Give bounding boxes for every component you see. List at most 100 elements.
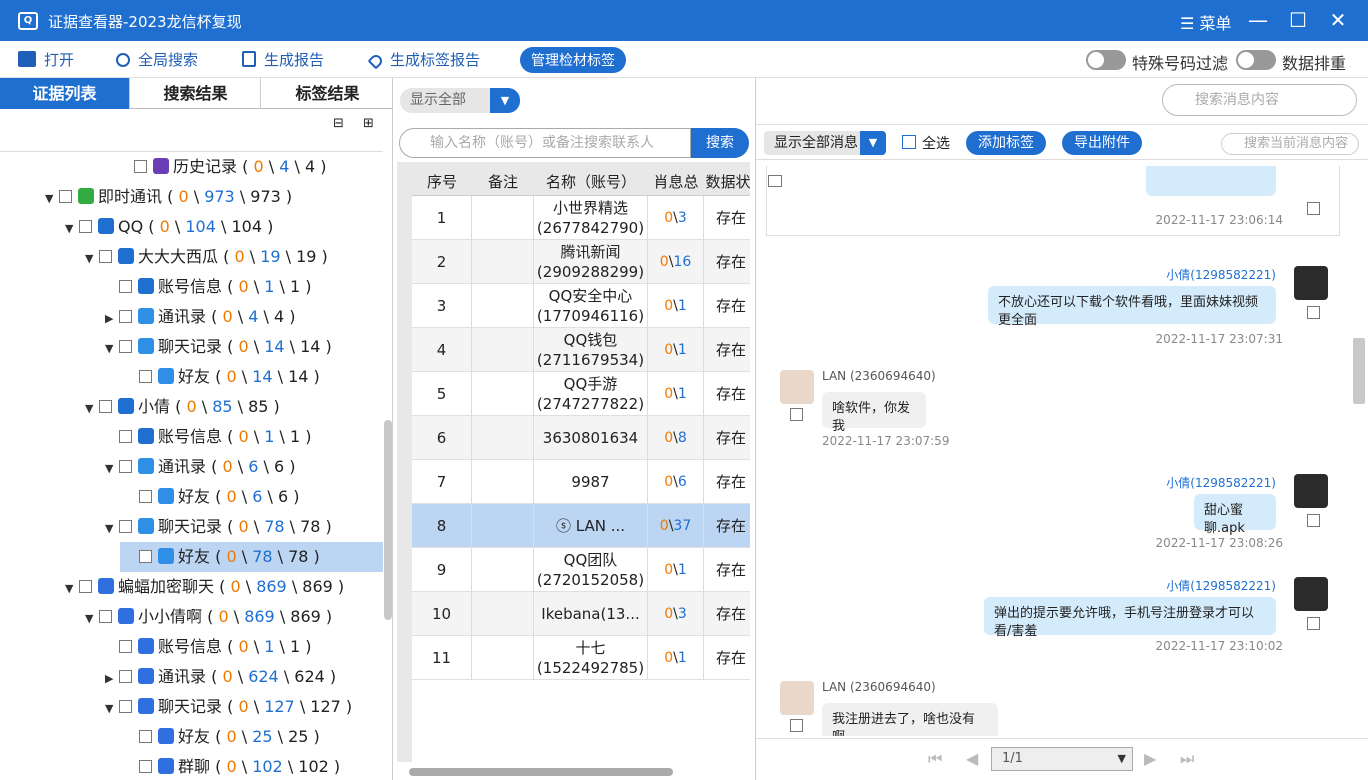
col-note[interactable]: 备注 (472, 162, 534, 196)
collapse-arrow-icon[interactable]: ▼ (85, 244, 99, 274)
table-row[interactable]: 5 QQ手游 (2747277822) 0 \ 1 存在 (412, 372, 750, 416)
page-select[interactable]: 1/1 ▼ (991, 747, 1133, 771)
tree-node[interactable]: 好友 ( 0 \ 78 \ 78 ) (120, 542, 383, 572)
collapse-arrow-icon[interactable]: ▼ (85, 394, 99, 424)
tree-checkbox[interactable] (119, 340, 132, 353)
collapse-arrow-icon[interactable]: ▼ (105, 334, 119, 364)
tree-node[interactable]: ▼ QQ ( 0 \ 104 \ 104 ) (65, 212, 273, 242)
tree-checkbox[interactable] (99, 400, 112, 413)
tree-checkbox[interactable] (119, 520, 132, 533)
col-msg-count[interactable]: 肖息总数 (648, 162, 704, 196)
tree-node[interactable]: 好友 ( 0 \ 6 \ 6 ) (125, 482, 299, 512)
tab-tag-results[interactable]: 标签结果 (262, 78, 393, 109)
tree-node[interactable]: 账号信息 ( 0 \ 1 \ 1 ) (105, 632, 311, 662)
message-bubble[interactable]: 弹出的提示要允许哦，手机号注册登录才可以看/害羞 (984, 597, 1276, 639)
export-attachment-button[interactable]: 导出附件 (1062, 131, 1142, 155)
collapse-arrow-icon[interactable]: ▼ (105, 694, 119, 724)
collapse-arrow-icon[interactable]: ▼ (65, 574, 79, 604)
message-bubble[interactable]: 不放心还可以下载个软件看哦，里面妹妹视频更全面 (988, 286, 1276, 328)
tree-checkbox[interactable] (139, 760, 152, 773)
tree-node[interactable]: 好友 ( 0 \ 25 \ 25 ) (125, 722, 320, 752)
generate-report-button[interactable]: 生成报告 (242, 49, 324, 70)
expand-all-icon[interactable]: ⊞ (363, 116, 374, 131)
col-name[interactable]: 名称（账号） (534, 162, 648, 196)
tree-scrollbar[interactable] (384, 420, 392, 620)
collapse-arrow-icon[interactable]: ▼ (105, 514, 119, 544)
tree-node[interactable]: 账号信息 ( 0 \ 1 \ 1 ) (105, 422, 311, 452)
prev-page-button[interactable]: ◀ (966, 749, 978, 768)
message-search-input[interactable]: 搜索消息内容 (1162, 84, 1357, 116)
tree-checkbox[interactable] (119, 700, 132, 713)
tree-node[interactable]: ▼ 聊天记录 ( 0 \ 127 \ 127 ) (105, 692, 352, 722)
tree-checkbox[interactable] (119, 460, 132, 473)
expand-arrow-icon[interactable]: ▶ (105, 664, 119, 694)
tab-search-results[interactable]: 搜索结果 (131, 78, 261, 109)
table-row[interactable]: 2 腾讯新闻 (2909288299) 0 \ 16 存在 (412, 240, 750, 284)
manage-tags-button[interactable]: 管理检材标签 (520, 47, 626, 73)
tree-node[interactable]: ▼ 小倩 ( 0 \ 85 \ 85 ) (85, 392, 280, 422)
message-checkbox[interactable] (1307, 514, 1320, 527)
tree-checkbox[interactable] (139, 550, 152, 563)
tree-checkbox[interactable] (119, 310, 132, 323)
table-row[interactable]: 7 9987 0 \ 6 存在 (412, 460, 750, 504)
message-checkbox[interactable] (1307, 202, 1320, 215)
add-tag-button[interactable]: 添加标签 (966, 131, 1046, 155)
table-row[interactable]: 3 QQ安全中心 (1770946116) 0 \ 1 存在 (412, 284, 750, 328)
collapse-arrow-icon[interactable]: ▼ (65, 214, 79, 244)
table-row[interactable]: 4 QQ钱包 (2711679534) 0 \ 1 存在 (412, 328, 750, 372)
tree-checkbox[interactable] (79, 580, 92, 593)
tree-node[interactable]: 账号信息 ( 0 \ 1 \ 1 ) (105, 272, 311, 302)
message-checkbox[interactable] (790, 408, 803, 421)
tree-checkbox[interactable] (119, 640, 132, 653)
message-checkbox[interactable] (1307, 617, 1320, 630)
tree-node[interactable]: 历史记录 ( 0 \ 4 \ 4 ) (120, 152, 326, 182)
tree-checkbox[interactable] (119, 430, 132, 443)
collapse-arrow-icon[interactable]: ▼ (105, 454, 119, 484)
message-filter-dropdown[interactable]: 显示全部消息 ▼ (764, 131, 886, 155)
next-page-button[interactable]: ▶ (1144, 749, 1156, 768)
message-bubble[interactable]: 我注册进去了，啥也没有啊， (822, 703, 998, 736)
close-button[interactable]: ✕ (1326, 8, 1350, 32)
tree-checkbox[interactable] (134, 160, 147, 173)
dedup-toggle[interactable] (1236, 50, 1276, 70)
tree-node[interactable]: ▼ 聊天记录 ( 0 \ 78 \ 78 ) (105, 512, 332, 542)
last-page-button[interactable]: ⏭ (1180, 749, 1194, 769)
table-row[interactable]: 1 小世界精选 (2677842790) 0 \ 3 存在 (412, 196, 750, 240)
table-row[interactable]: 9 QQ团队 (2720152058) 0 \ 1 存在 (412, 548, 750, 592)
tree-node[interactable]: ▼ 大大大西瓜 ( 0 \ 19 \ 19 ) (85, 242, 328, 272)
contact-search-button[interactable]: 搜索 (691, 128, 749, 158)
menu-button[interactable]: ☰ 菜单 (1180, 10, 1231, 34)
table-row[interactable]: 10 Ikebana(13... 0 \ 3 存在 (412, 592, 750, 636)
tree-node[interactable]: ▼ 通讯录 ( 0 \ 6 \ 6 ) (105, 452, 295, 482)
tree-node[interactable]: ▼ 即时通讯 ( 0 \ 973 \ 973 ) (45, 182, 292, 212)
tree-checkbox[interactable] (99, 610, 112, 623)
message-bubble[interactable]: 甜心蜜聊.apk (1194, 494, 1276, 536)
col-index[interactable]: 序号 (412, 162, 472, 196)
tree-checkbox[interactable] (139, 730, 152, 743)
current-message-search-input[interactable]: 搜索当前消息内容 (1221, 133, 1359, 155)
table-hscrollbar[interactable] (409, 768, 673, 776)
tree-checkbox[interactable] (79, 220, 92, 233)
table-row[interactable]: 8 ⓢ LAN ... 0 \ 37 存在 (412, 504, 750, 548)
tree-checkbox[interactable] (59, 190, 72, 203)
generate-tag-report-button[interactable]: 生成标签报告 (367, 49, 480, 70)
message-bubble[interactable] (1146, 166, 1276, 196)
tree-node[interactable]: 好友 ( 0 \ 14 \ 14 ) (125, 362, 320, 392)
tree-node[interactable]: ▶ 通讯录 ( 0 \ 4 \ 4 ) (105, 302, 295, 332)
tree-checkbox[interactable] (99, 250, 112, 263)
contact-filter-dropdown[interactable]: 显示全部 ▼ (400, 88, 520, 113)
message-checkbox[interactable] (1307, 306, 1320, 319)
tree-checkbox[interactable] (139, 370, 152, 383)
first-page-button[interactable]: ⏮ (928, 749, 942, 769)
special-number-filter-toggle[interactable] (1086, 50, 1126, 70)
tree-node[interactable]: ▼ 蝙蝠加密聊天 ( 0 \ 869 \ 869 ) (65, 572, 344, 602)
tree-node[interactable]: ▼ 聊天记录 ( 0 \ 14 \ 14 ) (105, 332, 332, 362)
collapse-arrow-icon[interactable]: ▼ (45, 184, 59, 214)
tree-node[interactable]: 群聊 ( 0 \ 102 \ 102 ) (125, 752, 340, 780)
chat-scrollbar[interactable] (1353, 338, 1365, 404)
table-row[interactable]: 11 十七 (1522492785) 0 \ 1 存在 (412, 636, 750, 680)
tree-checkbox[interactable] (119, 670, 132, 683)
tree-checkbox[interactable] (119, 280, 132, 293)
contact-search-input[interactable]: 输入名称（账号）或备注搜索联系人 (399, 128, 691, 158)
global-search-button[interactable]: 全局搜索 (116, 49, 198, 70)
